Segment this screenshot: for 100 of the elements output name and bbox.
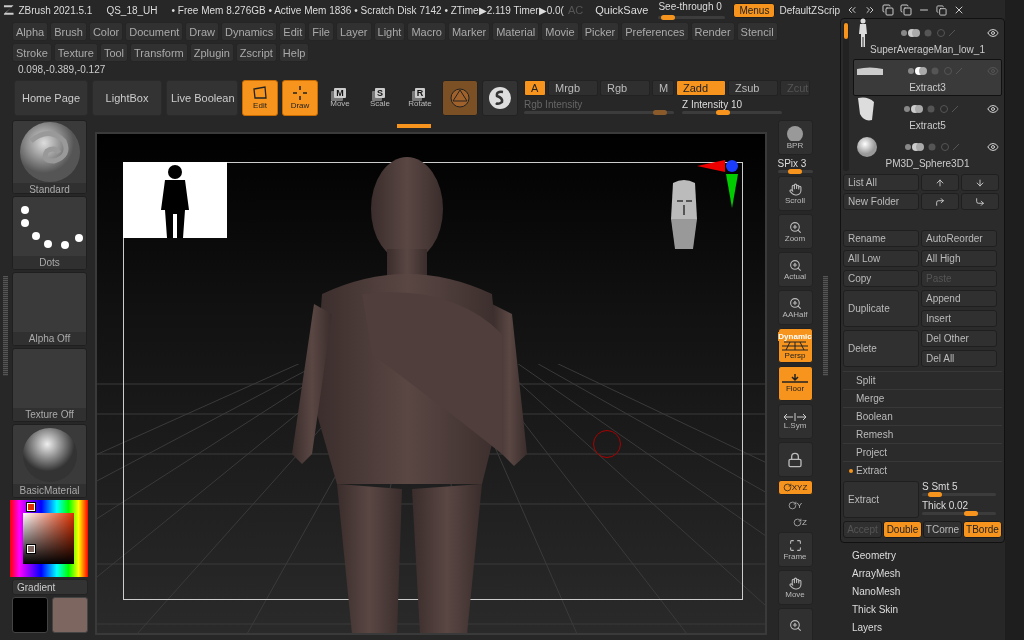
palette-item[interactable]: NanoMesh <box>852 583 1005 599</box>
scale-button[interactable]: S Scale <box>362 80 398 116</box>
action-button[interactable]: Insert <box>921 310 997 327</box>
slider-thumb[interactable] <box>964 511 978 516</box>
stroke-tile[interactable]: Dots <box>12 196 87 270</box>
subtool-toggles-icon[interactable] <box>907 67 964 75</box>
option-toggle[interactable]: TCorne <box>923 521 962 538</box>
new-folder-button[interactable]: New Folder <box>843 193 919 210</box>
menu-item[interactable]: Transform <box>130 43 188 62</box>
menu-item[interactable]: Stroke <box>12 43 52 62</box>
option-toggle[interactable]: TBorde <box>963 521 1002 538</box>
scroll-button[interactable]: Scroll <box>777 176 813 211</box>
zoomcut-button[interactable] <box>777 608 813 640</box>
menu-item[interactable]: Tool <box>99 43 129 62</box>
redirect-up-button[interactable] <box>921 193 959 210</box>
menu-item[interactable]: Zscript <box>235 43 277 62</box>
menu-item[interactable]: Color <box>88 22 124 41</box>
action-button[interactable]: Delete <box>843 330 919 367</box>
lsym-button[interactable]: L.Sym <box>777 404 813 439</box>
eye-icon[interactable] <box>987 27 999 39</box>
sculptris-button[interactable] <box>482 80 518 116</box>
dock-icon[interactable] <box>900 4 912 16</box>
move-down-button[interactable] <box>961 174 999 191</box>
menu-item[interactable]: Light <box>373 22 406 41</box>
bpr-button[interactable]: BPR <box>777 120 813 155</box>
slider-track[interactable] <box>777 170 813 173</box>
color-picker[interactable] <box>10 500 88 577</box>
nav-button[interactable]: LightBox <box>92 80 162 116</box>
subtool-item[interactable]: Extract3 <box>853 59 1002 96</box>
action-button[interactable]: Del All <box>921 350 997 367</box>
quicksave-button[interactable]: QuickSave <box>595 4 649 16</box>
floor-button[interactable]: Floor <box>777 366 813 401</box>
edit-button[interactable]: Edit <box>242 80 278 116</box>
menu-item[interactable]: Edit <box>279 22 307 41</box>
menu-item[interactable]: Picker <box>580 22 620 41</box>
menu-item[interactable]: Document <box>125 22 184 41</box>
palette-item[interactable]: Thick Skin <box>852 601 1005 617</box>
menu-item[interactable]: Preferences <box>621 22 689 41</box>
mode-toggle[interactable]: Mrgb <box>548 80 598 96</box>
aahalf-button[interactable]: AAHalf <box>777 290 813 325</box>
action-button[interactable]: Rename <box>843 230 919 247</box>
persp-button[interactable]: Dynamic Persp <box>777 328 813 363</box>
subtool-item[interactable]: SuperAverageMan_low_1 <box>853 21 1002 58</box>
redirect-down-button[interactable] <box>961 193 999 210</box>
menu-item[interactable]: Alpha <box>12 22 49 41</box>
gradient-button[interactable]: Gradient <box>12 579 88 595</box>
brush-tile[interactable]: Standard <box>12 120 87 194</box>
action-button[interactable]: Append <box>921 290 997 307</box>
dock-icon[interactable] <box>882 4 894 16</box>
panel-handle[interactable] <box>3 276 8 376</box>
draw-button[interactable]: Draw <box>282 80 318 116</box>
slider-thumb[interactable] <box>661 14 676 20</box>
lock-button[interactable] <box>777 442 813 477</box>
section-header[interactable]: Project <box>843 443 1002 461</box>
nav-button[interactable]: Home Page <box>14 80 88 116</box>
eye-icon[interactable] <box>987 103 999 115</box>
menu-item[interactable]: Brush <box>50 22 87 41</box>
color-swatch[interactable] <box>52 597 88 633</box>
menu-item[interactable]: Macro <box>407 22 446 41</box>
subtool-toggles-icon[interactable] <box>903 105 960 113</box>
subtool-item[interactable]: PM3D_Sphere3D1 <box>853 135 1002 172</box>
collapse-right-icon[interactable] <box>864 4 876 16</box>
zoom-button[interactable]: Zoom <box>777 214 813 249</box>
menu-item[interactable]: Layer <box>336 22 372 41</box>
restore-icon[interactable] <box>936 4 947 16</box>
move-button[interactable]: Move <box>777 570 813 605</box>
mode-toggle[interactable]: A <box>524 80 546 96</box>
nav-button[interactable]: Live Boolean <box>166 80 238 116</box>
menu-item[interactable]: Stencil <box>736 22 778 41</box>
menu-item[interactable]: Material <box>492 22 540 41</box>
menu-item[interactable]: Marker <box>447 22 491 41</box>
subtool-toggles-icon[interactable] <box>904 143 961 151</box>
subtool-scrollbar[interactable] <box>843 21 849 171</box>
palette-item[interactable]: ArrayMesh <box>852 565 1005 581</box>
menu-item[interactable]: File <box>308 22 334 41</box>
panel-handle[interactable] <box>822 276 828 376</box>
action-button[interactable]: AutoReorder <box>921 230 997 247</box>
empty-tile[interactable]: Texture Off <box>12 348 87 422</box>
menu-item[interactable]: Help <box>278 43 310 62</box>
menus-button[interactable]: Menus <box>733 2 776 18</box>
slider-thumb[interactable] <box>928 492 942 497</box>
action-button[interactable]: All Low <box>843 250 919 267</box>
menu-item[interactable]: Render <box>690 22 735 41</box>
palette-item[interactable]: Geometry <box>852 547 1005 563</box>
extract-button[interactable]: Extract <box>843 481 919 518</box>
slider-thumb[interactable] <box>716 110 731 115</box>
slider-thumb[interactable] <box>788 169 802 174</box>
section-header[interactable]: Split <box>843 371 1002 389</box>
material-tile[interactable]: BasicMaterial <box>12 424 87 498</box>
move-button[interactable]: M Move <box>322 80 358 116</box>
frame-button[interactable]: Frame <box>777 532 813 567</box>
menu-item[interactable]: Dynamics <box>221 22 278 41</box>
rotate-axis-button[interactable]: Y <box>787 498 803 512</box>
rotate-button[interactable]: R Rotate <box>402 80 438 116</box>
viewport[interactable] <box>95 132 767 635</box>
actual-button[interactable]: Actual <box>777 252 813 287</box>
move-up-button[interactable] <box>921 174 959 191</box>
section-header[interactable]: Merge <box>843 389 1002 407</box>
mode-toggle[interactable]: M <box>652 80 674 96</box>
close-icon[interactable] <box>953 4 965 16</box>
